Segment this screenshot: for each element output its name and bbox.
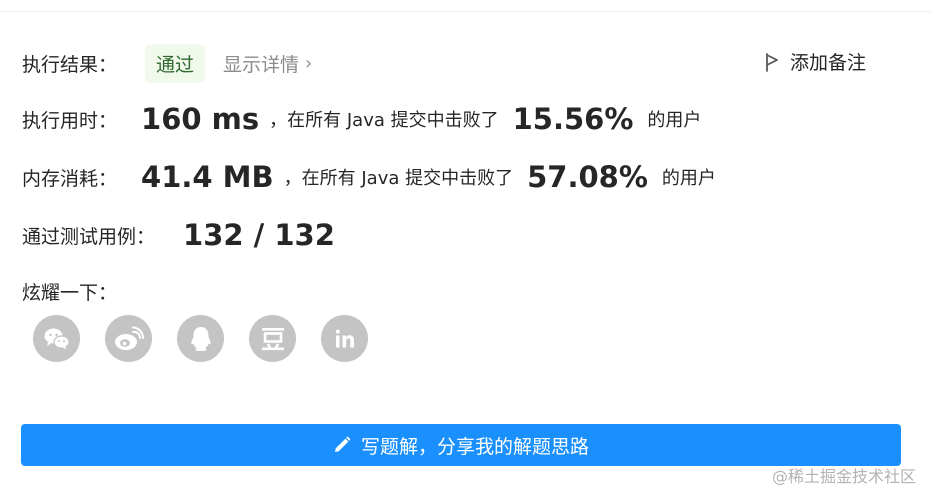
- top-divider: [0, 11, 932, 12]
- write-solution-button[interactable]: 写题解，分享我的解题思路: [21, 424, 901, 466]
- tests-label: 通过测试用例：: [22, 225, 156, 248]
- weibo-share-button[interactable]: [105, 315, 152, 362]
- submission-result-card: 执行结果： 通过 显示详情 › 添加备注 执行用时： 160 ms ，在所有 J…: [0, 0, 932, 502]
- memory-suffix: 的用户: [661, 168, 716, 189]
- chevron-right-icon: ›: [305, 53, 313, 74]
- tests-row: 通过测试用例： 132 / 132: [22, 218, 335, 252]
- qq-share-button[interactable]: [177, 315, 224, 362]
- memory-prefix: ，在所有 Java 提交中击败了: [283, 168, 514, 189]
- runtime-row: 执行用时： 160 ms ，在所有 Java 提交中击败了 15.56% 的用户: [22, 102, 701, 136]
- wechat-share-button[interactable]: [33, 315, 80, 362]
- runtime-percent: 15.56%: [512, 102, 634, 136]
- pencil-icon: [334, 436, 351, 452]
- memory-percent: 57.08%: [527, 160, 648, 194]
- status-badge: 通过: [145, 44, 206, 83]
- result-row: 执行结果： 通过 显示详情 ›: [22, 44, 312, 83]
- douban-icon: [261, 327, 284, 350]
- runtime-value: 160 ms: [141, 102, 260, 136]
- memory-row: 内存消耗： 41.4 MB ，在所有 Java 提交中击败了 57.08% 的用…: [22, 160, 716, 194]
- tests-value: 132 / 132: [183, 218, 335, 252]
- flag-icon: [766, 52, 778, 72]
- show-details-link[interactable]: 显示详情 ›: [223, 50, 312, 77]
- memory-label: 内存消耗：: [22, 167, 118, 190]
- memory-value: 41.4 MB: [141, 160, 274, 194]
- write-solution-label: 写题解，分享我的解题思路: [360, 435, 589, 458]
- qq-icon: [190, 326, 211, 351]
- add-note-label: 添加备注: [790, 52, 867, 74]
- share-row: 炫耀一下：: [22, 278, 117, 305]
- runtime-label: 执行用时：: [22, 109, 118, 132]
- share-icons: [33, 315, 393, 362]
- runtime-prefix: ，在所有 Java 提交中击败了: [269, 110, 499, 131]
- watermark: @稀土掘金技术社区: [771, 467, 916, 486]
- runtime-suffix: 的用户: [647, 110, 702, 131]
- linkedin-icon: [335, 329, 354, 347]
- add-note-button[interactable]: 添加备注: [764, 48, 866, 75]
- linkedin-share-button[interactable]: [321, 315, 368, 362]
- result-label: 执行结果：: [22, 54, 118, 76]
- wechat-icon: [44, 328, 70, 349]
- share-label: 炫耀一下：: [22, 282, 118, 304]
- weibo-icon: [114, 326, 144, 350]
- show-details-label: 显示详情: [223, 54, 300, 76]
- douban-share-button[interactable]: [249, 315, 296, 362]
